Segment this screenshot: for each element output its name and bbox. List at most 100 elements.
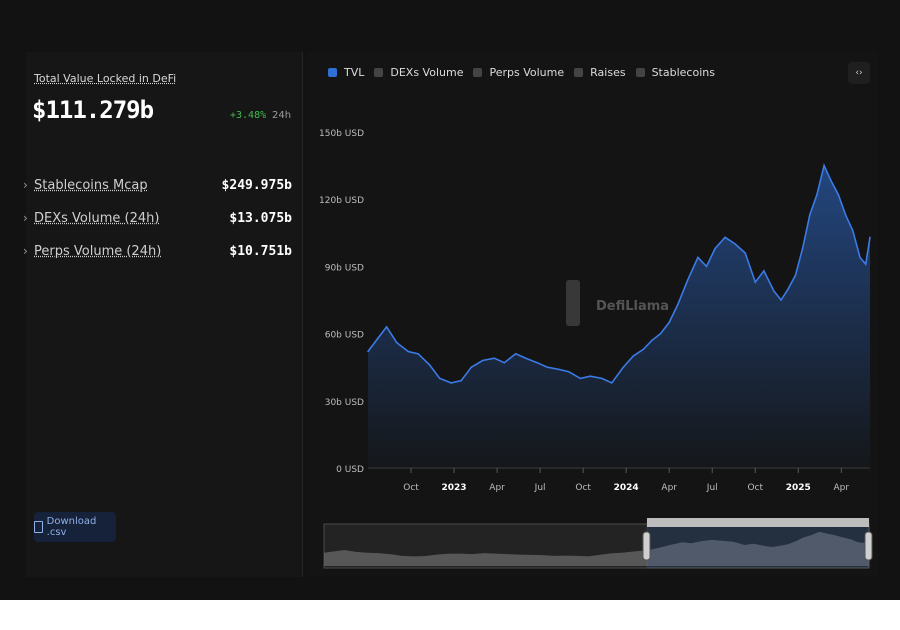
chevron-right-icon: › <box>23 211 28 225</box>
tvl-point <box>763 270 765 272</box>
x-tick-label: 2023 <box>442 483 467 493</box>
tvl-point <box>460 379 462 382</box>
tvl-point <box>450 382 452 384</box>
tvl-point <box>787 288 789 290</box>
tvl-change-period: 24h <box>272 110 292 121</box>
download-label: Download .csv <box>46 516 97 538</box>
tvl-point <box>668 321 670 324</box>
tvl-point <box>780 299 782 301</box>
tvl-point <box>503 361 506 364</box>
x-tick-label: Apr <box>661 483 677 493</box>
tvl-point <box>546 366 549 369</box>
tvl-point <box>687 279 689 281</box>
tvl-point <box>754 281 757 283</box>
tvl-point <box>601 377 603 380</box>
tvl-point <box>837 193 840 196</box>
chevron-right-icon: › <box>23 244 28 258</box>
download-csv-button[interactable]: Download .csv <box>34 512 116 542</box>
tvl-point <box>773 290 775 292</box>
tvl-point <box>385 326 388 328</box>
summary-panel: Total Value Locked in DeFi $111.279b +3.… <box>23 52 303 577</box>
y-tick-label: 0 USD <box>336 465 364 475</box>
metric-value: $10.751b <box>229 244 292 259</box>
tvl-point <box>816 193 818 196</box>
tvl-point <box>438 377 441 380</box>
y-tick-label: 60b USD <box>325 331 364 341</box>
tvl-point <box>611 382 613 384</box>
chart-panel: TVL DEXs Volume Perps Volume Raises Stab… <box>308 52 878 577</box>
tvl-point <box>525 357 527 360</box>
tvl-point <box>493 357 495 360</box>
tvl-point <box>428 364 431 366</box>
tvl-point <box>844 214 847 216</box>
tvl-point <box>589 375 592 378</box>
tvl-point <box>744 252 746 254</box>
metric-value: $249.975b <box>221 178 292 193</box>
tvl-point <box>470 366 473 369</box>
tvl-point <box>659 332 662 335</box>
file-icon <box>34 521 43 533</box>
x-tick-label: Jul <box>534 483 546 493</box>
x-tick-label: Oct <box>403 483 419 493</box>
metric-row-stablecoins[interactable]: › Stablecoins Mcap $249.975b <box>23 176 302 198</box>
tvl-point <box>869 236 871 239</box>
tvl-point <box>642 348 645 351</box>
tvl-point <box>536 361 538 364</box>
tvl-point <box>407 350 409 353</box>
tvl-point <box>801 247 804 250</box>
metric-label[interactable]: Perps Volume (24h) <box>34 244 161 259</box>
brush-handle-right[interactable] <box>864 531 873 561</box>
tvl-point <box>622 366 625 369</box>
watermark-text: DefiLlama <box>596 299 669 314</box>
tvl-point <box>417 353 419 355</box>
tvl-point <box>558 368 560 371</box>
tvl-chart: 0 USD 30b USD 60b USD 90b USD 120b USD 150b U… <box>319 129 873 569</box>
tvl-point <box>823 164 825 167</box>
tvl-point <box>568 370 570 373</box>
brush-selection-bar[interactable] <box>647 518 869 527</box>
tvl-point <box>514 353 517 355</box>
tvl-point <box>697 256 699 259</box>
tvl-point <box>864 263 867 265</box>
tvl-change-badge: +3.48% <box>230 110 267 121</box>
brush-selection[interactable] <box>646 519 870 569</box>
tvl-point <box>794 274 797 277</box>
y-tick-label: 150b USD <box>319 129 364 139</box>
range-brush[interactable] <box>323 518 873 569</box>
tvl-point <box>714 247 716 250</box>
tvl-point <box>651 339 653 342</box>
tvl-point <box>377 337 379 339</box>
tvl-point <box>705 265 708 268</box>
tvl-point <box>809 214 811 216</box>
x-tick-label: Oct <box>747 483 763 493</box>
y-tick-label: 90b USD <box>325 263 364 273</box>
tvl-point <box>367 350 369 353</box>
metric-row-perps-volume[interactable]: › Perps Volume (24h) $10.751b <box>23 242 302 264</box>
metric-label[interactable]: DEXs Volume (24h) <box>34 211 159 226</box>
metric-value: $13.075b <box>229 211 292 226</box>
tvl-point <box>677 303 679 306</box>
tvl-point <box>632 355 635 357</box>
y-tick-label: 30b USD <box>325 398 364 408</box>
x-tick-label: Apr <box>489 483 505 493</box>
x-axis: Oct 2023 Apr Jul Oct 2024 Apr Jul Oct 2025 Apr <box>368 467 870 493</box>
x-tick-label: Apr <box>834 483 850 493</box>
tvl-point <box>830 180 833 183</box>
tvl-point <box>859 256 861 259</box>
tvl-point <box>579 377 582 380</box>
brush-handle-left[interactable] <box>642 531 651 561</box>
metric-label[interactable]: Stablecoins Mcap <box>34 178 148 193</box>
tvl-point <box>481 359 484 362</box>
x-tick-label: 2025 <box>786 483 811 493</box>
x-tick-label: 2024 <box>614 483 639 493</box>
chevron-right-icon: › <box>23 178 28 192</box>
x-tick-label: Jul <box>706 483 718 493</box>
metric-row-dexs-volume[interactable]: › DEXs Volume (24h) $13.075b <box>23 209 302 231</box>
tvl-point <box>734 243 736 245</box>
x-tick-label: Oct <box>575 483 591 493</box>
y-tick-label: 120b USD <box>319 196 364 206</box>
tvl-area <box>368 165 870 468</box>
tvl-point <box>852 229 854 232</box>
tvl-point <box>724 236 726 239</box>
tvl-label[interactable]: Total Value Locked in DeFi <box>34 72 176 85</box>
